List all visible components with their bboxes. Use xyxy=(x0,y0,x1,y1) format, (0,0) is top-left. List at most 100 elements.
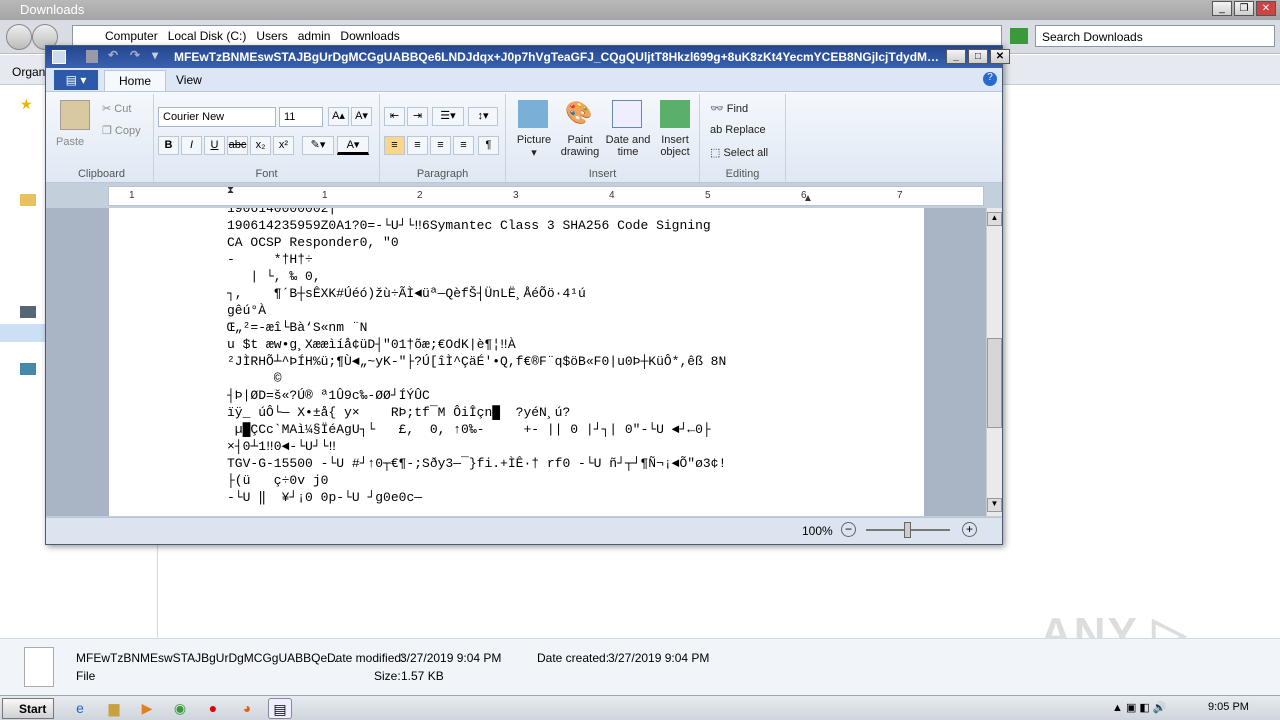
status-bar: 100% − + xyxy=(46,517,1002,544)
document-line: 1906140000002| xyxy=(227,208,337,216)
strikethrough-icon[interactable]: abc xyxy=(227,136,248,155)
picture-button[interactable]: Picture ▾ xyxy=(512,134,556,159)
line-spacing-icon[interactable]: ↕▾ xyxy=(468,107,498,126)
ruler-number: 4 xyxy=(609,190,615,201)
highlight-icon[interactable]: ✎▾ xyxy=(302,136,334,155)
ruler-number: 2 xyxy=(417,190,423,201)
paint-icon[interactable]: 🎨 xyxy=(564,100,594,128)
quick-access-dropdown-icon[interactable]: ▾ xyxy=(152,48,158,62)
select-all-button[interactable]: ⬚ Select all xyxy=(710,146,768,159)
size-label: Size: xyxy=(374,669,401,683)
underline-icon[interactable]: U xyxy=(204,136,225,155)
scroll-up-button[interactable]: ▲ xyxy=(987,212,1002,226)
document-page[interactable]: 1906140000002| 190614235959Z0A1?0=-└U┘└‼6… xyxy=(109,208,924,516)
align-right-icon[interactable]: ≡ xyxy=(430,136,451,155)
refresh-icon[interactable] xyxy=(1010,28,1028,44)
zoom-in-button[interactable]: + xyxy=(962,522,977,537)
media-player-icon[interactable]: ▶ xyxy=(135,698,159,719)
restore-button[interactable]: ❐ xyxy=(1234,1,1254,16)
italic-icon[interactable]: I xyxy=(181,136,202,155)
undo-icon[interactable]: ↶ xyxy=(108,48,118,62)
close-button[interactable]: ✕ xyxy=(1256,1,1276,16)
breadcrumb-item[interactable]: Downloads xyxy=(340,29,399,46)
bold-icon[interactable]: B xyxy=(158,136,179,155)
minimize-button[interactable]: _ xyxy=(1212,1,1232,16)
paragraph-settings-icon[interactable]: ¶ xyxy=(478,136,499,155)
back-button[interactable] xyxy=(6,24,32,50)
save-icon[interactable] xyxy=(86,50,98,63)
wp-close-button[interactable]: ✕ xyxy=(990,49,1010,64)
ie-icon[interactable]: e xyxy=(68,698,92,719)
bullets-icon[interactable]: ☰▾ xyxy=(432,107,464,126)
font-size-select[interactable]: 11 xyxy=(279,107,323,127)
zoom-out-button[interactable]: − xyxy=(841,522,856,537)
tray-icons[interactable]: ▲ ▣ ◧ 🔊 xyxy=(1112,701,1167,714)
superscript-icon[interactable]: x² xyxy=(273,136,294,155)
wp-maximize-button[interactable]: □ xyxy=(968,49,988,64)
breadcrumb-item[interactable]: Users xyxy=(256,29,287,46)
firefox-icon[interactable]: ◕ xyxy=(235,698,259,719)
document-line: Œ„²=-æî└Bà‘S«nm ¨N xyxy=(227,320,368,335)
copy-button[interactable]: ❐ Copy xyxy=(102,124,141,137)
opera-icon[interactable]: ● xyxy=(201,698,225,719)
wp-minimize-button[interactable]: _ xyxy=(946,49,966,64)
start-button[interactable]: Start xyxy=(2,698,54,719)
calendar-icon[interactable] xyxy=(612,100,642,128)
document-text[interactable]: 1906140000002| 190614235959Z0A1?0=-└U┘└‼6… xyxy=(227,208,726,506)
object-icon[interactable] xyxy=(660,100,690,128)
tab-home[interactable]: Home xyxy=(104,70,167,91)
increase-indent-icon[interactable]: ⇥ xyxy=(407,107,428,126)
decrease-indent-icon[interactable]: ⇤ xyxy=(384,107,405,126)
redo-icon[interactable]: ↷ xyxy=(130,48,140,62)
breadcrumb-item[interactable]: Local Disk (C:) xyxy=(168,29,247,46)
wordpad-taskbar-button[interactable]: ▤ xyxy=(268,698,292,719)
breadcrumb-item[interactable]: admin xyxy=(298,29,331,46)
organize-button[interactable]: Organi xyxy=(12,65,48,79)
document-line: CA OCSP Responder0, "0 xyxy=(227,235,399,250)
file-menu-button[interactable]: ▤ ▾ xyxy=(54,70,98,90)
breadcrumb[interactable]: Computer Local Disk (C:) Users admin Dow… xyxy=(72,25,1002,47)
right-indent-marker[interactable]: ▲ xyxy=(803,193,813,204)
search-input[interactable]: Search Downloads xyxy=(1035,25,1275,47)
wordpad-app-icon[interactable] xyxy=(52,50,66,64)
find-button[interactable]: 👓 Find xyxy=(710,102,748,115)
subscript-icon[interactable]: x₂ xyxy=(250,136,271,155)
align-left-icon[interactable]: ≡ xyxy=(384,136,405,155)
paint-drawing-button[interactable]: Paint drawing xyxy=(558,134,602,158)
help-icon[interactable]: ? xyxy=(983,72,997,86)
replace-button[interactable]: ab Replace xyxy=(710,124,766,136)
indent-marker[interactable]: ⧗ xyxy=(227,185,234,196)
network-icon[interactable] xyxy=(20,363,36,375)
vertical-scrollbar[interactable]: ▲ ▼ xyxy=(986,208,1002,516)
clipboard-label: Clipboard xyxy=(77,168,126,180)
ruler-number: 1 xyxy=(129,190,135,201)
grow-font-icon[interactable]: A▴ xyxy=(328,107,349,126)
font-family-select[interactable]: Courier New xyxy=(158,107,276,127)
tab-view[interactable]: View xyxy=(162,70,216,91)
paste-button[interactable]: Paste xyxy=(56,136,84,148)
favorites-star-icon[interactable]: ★ xyxy=(20,96,33,113)
explorer-icon[interactable]: ▆ xyxy=(102,698,126,719)
date-time-button[interactable]: Date and time xyxy=(604,134,652,158)
zoom-slider-thumb[interactable] xyxy=(904,522,911,538)
document-line: µ█ÇCc`MAì¼§ÏéAgU┐└ £, 0, ↑0‰- +- || 0 |┘… xyxy=(227,422,711,437)
cut-button[interactable]: ✂ Cut xyxy=(102,102,131,115)
align-center-icon[interactable]: ≡ xyxy=(407,136,428,155)
size: 1.57 KB xyxy=(401,669,444,683)
libraries-icon[interactable] xyxy=(20,194,36,206)
paste-icon[interactable] xyxy=(60,100,90,130)
scroll-down-button[interactable]: ▼ xyxy=(987,498,1002,512)
clipboard-group: Paste ✂ Cut ❐ Copy Clipboard xyxy=(50,94,154,182)
insert-object-button[interactable]: Insert object xyxy=(654,134,696,158)
chrome-icon[interactable]: ◉ xyxy=(168,698,192,719)
ribbon: Paste ✂ Cut ❐ Copy Clipboard Courier New… xyxy=(46,91,1002,183)
ruler[interactable]: 1 ⧗ 1 2 3 4 5 6 ▲ 7 xyxy=(108,185,984,206)
computer-icon[interactable] xyxy=(20,306,36,318)
paragraph-group: ⇤ ⇥ ☰▾ ↕▾ ≡ ≡ ≡ ≡ ¶ Paragraph xyxy=(380,94,506,182)
justify-icon[interactable]: ≡ xyxy=(453,136,474,155)
picture-icon[interactable] xyxy=(518,100,548,128)
scroll-thumb[interactable] xyxy=(987,338,1002,428)
shrink-font-icon[interactable]: A▾ xyxy=(351,107,372,126)
font-color-icon[interactable]: A▾ xyxy=(337,136,369,155)
breadcrumb-item[interactable]: Computer xyxy=(105,29,158,46)
